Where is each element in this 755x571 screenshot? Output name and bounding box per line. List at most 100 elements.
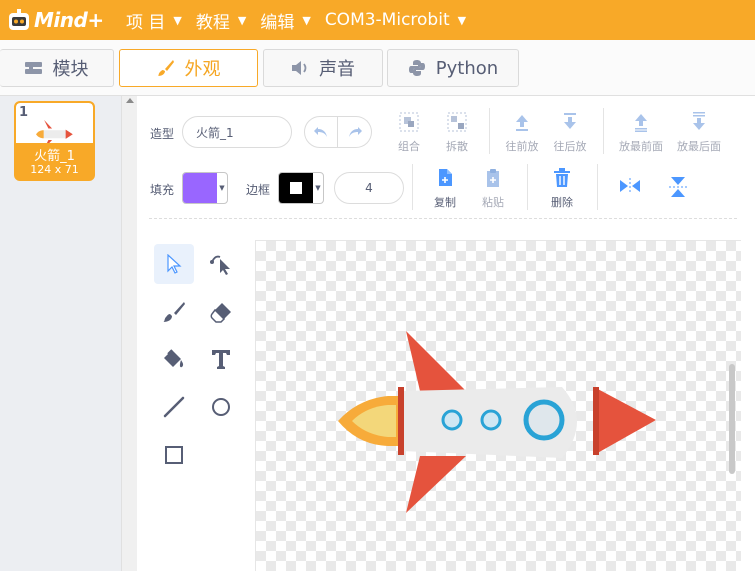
copy-button[interactable]: 复制 (420, 168, 470, 210)
toolbar-divider (527, 164, 528, 210)
chevron-down-icon: ▼ (302, 13, 311, 27)
python-icon (408, 59, 426, 77)
chevron-down-icon: ▼ (219, 184, 225, 192)
menu-tutorial-label: 教程 (195, 12, 230, 33)
flip-horizontal-button[interactable] (605, 178, 655, 194)
tab-blocks[interactable]: 模块 (0, 49, 114, 87)
costume-name-input[interactable]: 火箭_1 (182, 116, 292, 148)
scroll-up-icon[interactable] (126, 98, 134, 103)
eraser-tool[interactable] (201, 292, 241, 332)
toolbar-divider (412, 164, 413, 210)
chevron-down-icon: ▼ (173, 13, 182, 27)
text-tool[interactable] (201, 339, 241, 379)
costume-name: 火箭_1 (34, 149, 75, 164)
menu-device-label: COM3-Microbit (324, 10, 450, 30)
menu-device[interactable]: COM3-Microbit ▼ (325, 10, 466, 30)
copy-icon (439, 169, 452, 186)
backward-label: 往后放 (553, 140, 587, 153)
menu-bar: Mind+ 项 目 ▼ 教程 ▼ 编辑 ▼ COM3-Microbit ▼ (0, 0, 755, 40)
tab-python-label: Python (435, 57, 499, 79)
back-label: 放最后面 (677, 140, 721, 153)
line-tool[interactable] (154, 387, 194, 427)
canvas-scrollbar[interactable] (729, 364, 735, 474)
logo-text: Mind+ (34, 8, 104, 32)
stroke-width-input[interactable]: 4 (334, 172, 404, 204)
outline-label: 边框 (246, 183, 271, 197)
group-icon (399, 112, 419, 132)
blocks-icon (24, 61, 43, 75)
costume-name-value: 火箭_1 (196, 125, 234, 140)
circle-icon (212, 398, 230, 416)
brush-icon (163, 302, 185, 322)
rectangle-icon (165, 446, 183, 464)
tab-costumes-label: 外观 (184, 59, 221, 80)
group-button[interactable]: 组合 (384, 112, 434, 154)
costume-size: 124 x 71 (30, 163, 79, 176)
fill-tool[interactable] (154, 339, 194, 379)
undo-redo-group (304, 116, 372, 148)
toolbar-divider (603, 108, 604, 154)
reshape-icon (210, 255, 230, 275)
costume-item[interactable]: 1 火箭_1 124 x 71 (14, 101, 95, 181)
back-button[interactable]: 放最后面 (673, 112, 725, 154)
menu-edit[interactable]: 编辑 ▼ (260, 8, 310, 33)
backward-button[interactable]: 往后放 (545, 112, 595, 154)
tab-blocks-label: 模块 (52, 59, 89, 80)
back-icon (693, 112, 705, 130)
menu-edit-label: 编辑 (260, 12, 295, 33)
rectangle-tool[interactable] (154, 435, 194, 475)
front-icon (635, 114, 647, 132)
menu-tutorial[interactable]: 教程 ▼ (196, 8, 246, 33)
select-tool[interactable] (154, 244, 194, 284)
eraser-icon (210, 303, 231, 323)
costume-list: 1 火箭_1 124 x 71 (0, 96, 121, 571)
delete-label: 删除 (551, 196, 573, 209)
menu-project[interactable]: 项 目 ▼ (126, 8, 182, 33)
toolbar-divider (489, 108, 490, 154)
ungroup-button[interactable]: 拆散 (432, 112, 482, 154)
costume-name-label: 造型 (150, 127, 175, 141)
logo-robot-icon (9, 9, 29, 30)
stroke-width-value: 4 (365, 181, 373, 195)
fill-color-picker[interactable]: ▼ (182, 172, 228, 204)
front-label: 放最前面 (619, 140, 663, 153)
ungroup-icon (447, 112, 467, 132)
paste-button[interactable]: 粘贴 (468, 168, 518, 210)
fill-bucket-icon (164, 349, 184, 368)
paste-icon (487, 169, 499, 187)
chevron-down-icon: ▼ (237, 13, 247, 27)
flip-vertical-icon (669, 177, 687, 197)
tab-bar: 模块 外观 声音 Python (0, 40, 755, 96)
brush-tool[interactable] (154, 292, 194, 332)
ungroup-label: 拆散 (446, 140, 468, 153)
copy-label: 复制 (434, 196, 456, 209)
tab-costumes[interactable]: 外观 (119, 49, 258, 87)
forward-icon (516, 115, 528, 131)
flip-vertical-button[interactable] (653, 176, 703, 198)
paint-editor: 造型 火箭_1 组合 拆散 往前放 往后放 放最前面 放最后面 填充 ▼ 边框 … (137, 96, 755, 571)
rocket-costume-image (338, 331, 656, 513)
chevron-down-icon: ▼ (315, 184, 321, 192)
toolbar-divider (597, 164, 598, 210)
paintbrush-icon (157, 59, 175, 77)
costume-number: 1 (19, 105, 29, 120)
reshape-tool[interactable] (201, 244, 241, 284)
costume-list-scrollbar[interactable] (121, 96, 137, 571)
undo-button[interactable] (304, 116, 338, 148)
tab-sounds[interactable]: 声音 (263, 49, 383, 87)
delete-button[interactable]: 删除 (537, 168, 587, 210)
outline-color-picker[interactable]: ▼ (278, 172, 324, 204)
paste-label: 粘贴 (482, 196, 504, 209)
select-arrow-icon (167, 254, 182, 274)
group-label: 组合 (398, 140, 420, 153)
tab-python[interactable]: Python (387, 49, 519, 87)
outline-color-swatch (279, 173, 313, 203)
trash-icon (554, 168, 570, 187)
redo-button[interactable] (338, 116, 372, 148)
front-button[interactable]: 放最前面 (615, 112, 667, 154)
forward-button[interactable]: 往前放 (497, 112, 547, 154)
circle-tool[interactable] (201, 387, 241, 427)
paint-canvas[interactable] (255, 240, 741, 571)
app-logo[interactable]: Mind+ (6, 7, 112, 33)
text-icon (212, 350, 230, 369)
